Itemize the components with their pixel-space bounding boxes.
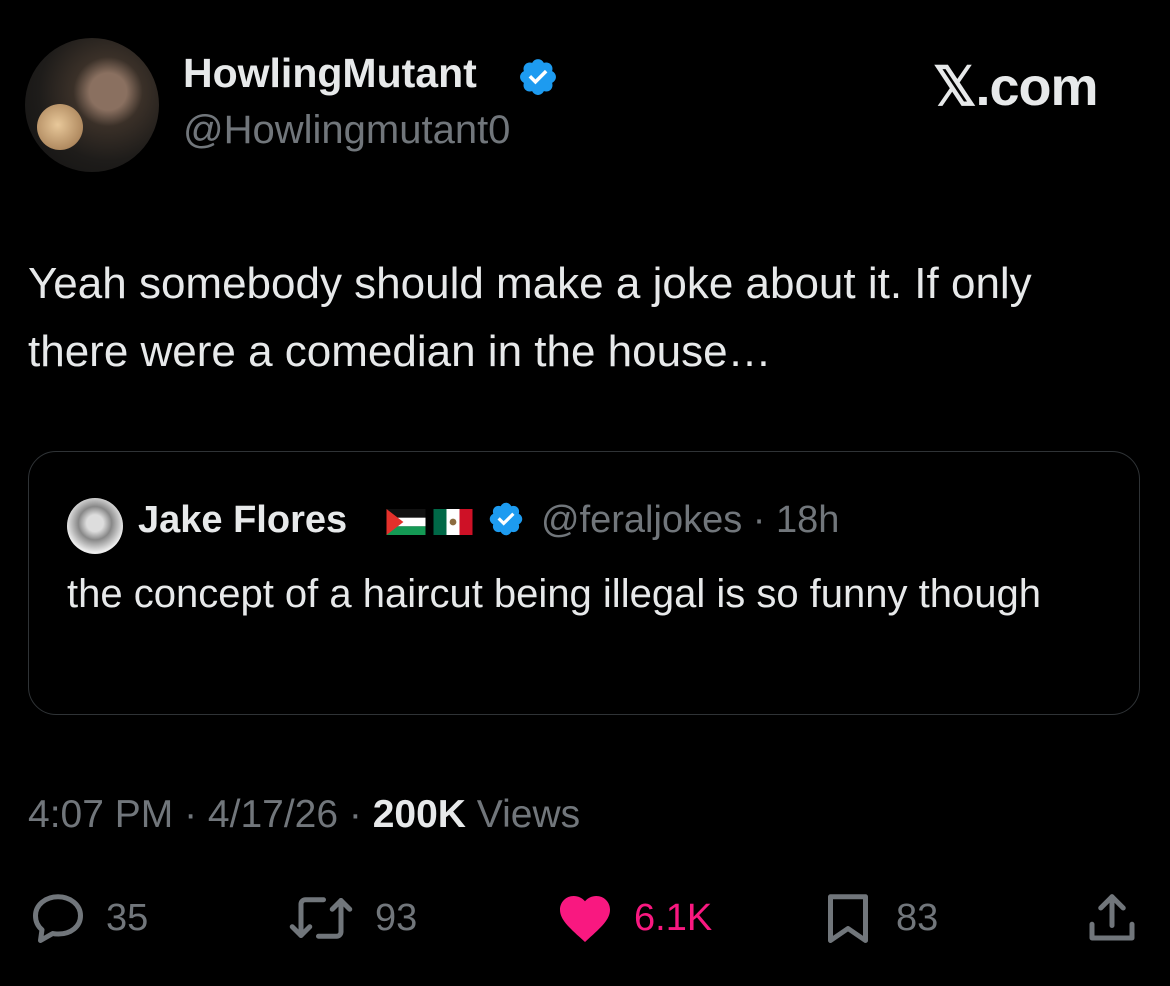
tweet-date[interactable]: 4/17/26 <box>208 793 338 836</box>
quoted-age: 18h <box>776 499 840 541</box>
reply-icon <box>33 894 83 943</box>
share-icon <box>1089 894 1135 941</box>
separator-dot: · <box>742 499 776 541</box>
mexico-flag-icon <box>433 509 473 535</box>
tweet-meta: 4:07 PM · 4/17/26 · 200K Views <box>28 793 580 837</box>
repost-button[interactable]: 93 <box>285 888 417 948</box>
author-avatar[interactable] <box>25 38 159 172</box>
verified-badge-icon <box>520 59 556 95</box>
views-label: Views <box>476 793 581 836</box>
tweet-time[interactable]: 4:07 PM <box>28 793 173 836</box>
quoted-author-display-name: Jake Flores <box>138 499 348 541</box>
repost-icon <box>289 897 353 939</box>
author-handle[interactable]: @Howlingmutant0 <box>183 108 510 153</box>
quoted-handle-and-age: @feraljokes · 18h <box>541 499 839 542</box>
bookmark-count: 83 <box>896 896 939 939</box>
repost-count: 93 <box>375 896 418 939</box>
bookmark-icon <box>828 894 868 943</box>
bookmark-button[interactable]: 83 <box>818 888 938 948</box>
views-count: 200K <box>372 793 466 836</box>
like-count: 6.1K <box>634 896 713 939</box>
quoted-handle: @feraljokes <box>541 499 743 541</box>
quoted-author-avatar[interactable] <box>67 498 123 554</box>
like-button[interactable]: 6.1K <box>554 888 712 948</box>
reply-button[interactable]: 35 <box>28 888 148 948</box>
quoted-verified-badge-icon <box>489 502 523 536</box>
palestine-flag-icon <box>386 509 426 535</box>
author-display-name[interactable]: HowlingMutant <box>183 50 477 97</box>
heart-icon <box>560 896 610 942</box>
quoted-tweet-card[interactable]: Jake Flores @feraljokes · 18h the concep… <box>28 451 1140 715</box>
tweet-body: Yeah somebody should make a joke about i… <box>28 259 1032 376</box>
separator-dot: · <box>173 793 208 836</box>
quoted-tweet-body: the concept of a haircut being illegal i… <box>67 572 1041 616</box>
views-gap <box>466 793 477 836</box>
share-button[interactable] <box>1082 888 1142 948</box>
x-logo: 𝕏.com <box>933 57 1099 117</box>
avatar-face <box>37 104 83 150</box>
reply-count: 35 <box>106 896 149 939</box>
separator-dot: · <box>338 793 373 836</box>
